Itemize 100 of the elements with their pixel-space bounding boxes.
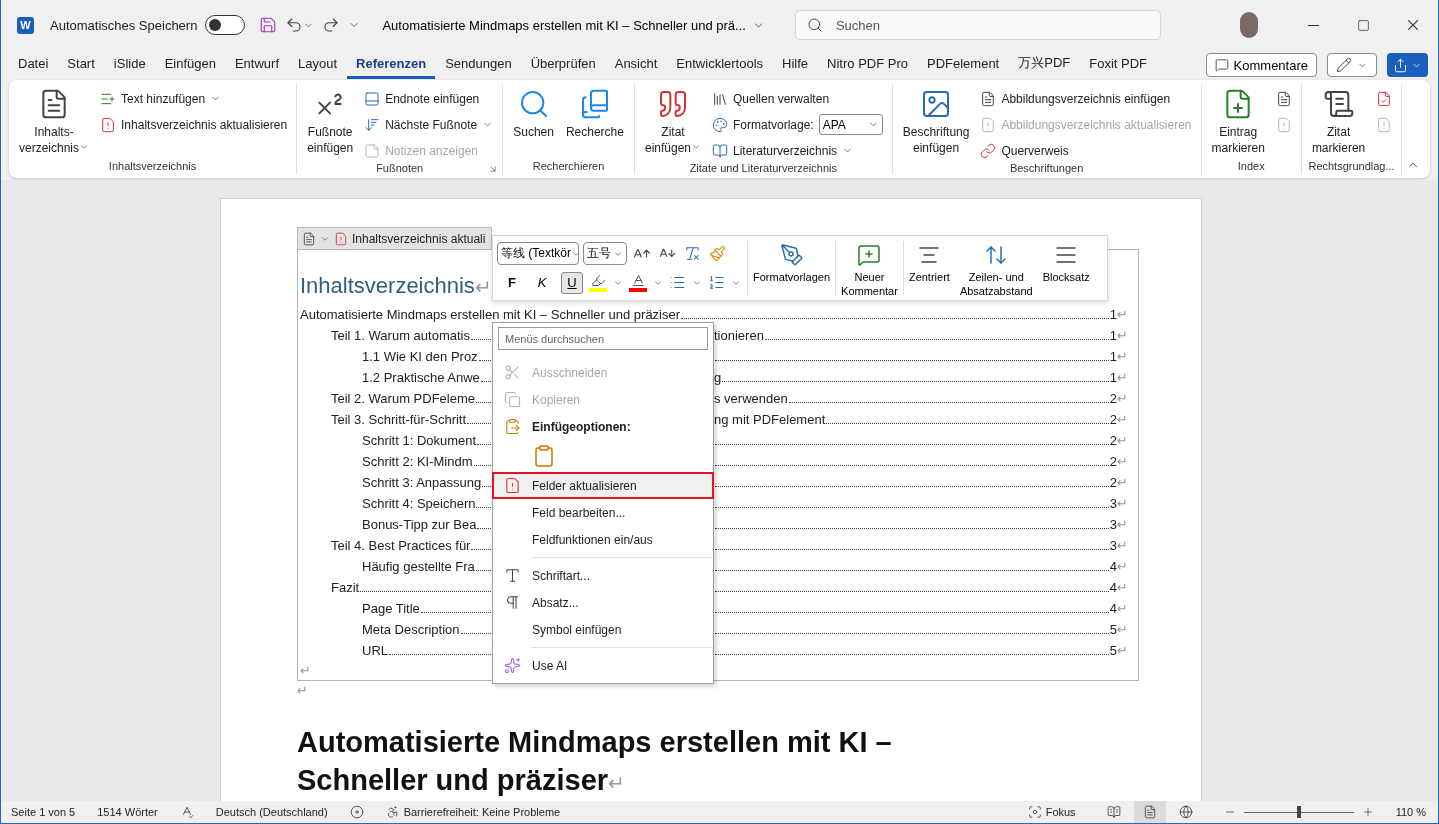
toolbar-button[interactable]: Blocksatz: [1037, 241, 1095, 295]
menu-item[interactable]: Feld bearbeiten...: [492, 499, 714, 526]
dialog-launcher-icon[interactable]: [488, 164, 499, 174]
ribbon-button[interactable]: Zitat einfügen: [640, 84, 705, 162]
toolbar-button[interactable]: Formatvorlagen: [748, 241, 837, 295]
ribbon-button[interactable]: Querverweis: [977, 139, 1195, 162]
ribbon-tab[interactable]: Sendungen: [436, 51, 521, 79]
ribbon-tab[interactable]: Ansicht: [605, 51, 667, 79]
focus-mode[interactable]: Fokus: [1045, 806, 1076, 818]
language[interactable]: Deutsch (Deutschland): [215, 806, 328, 818]
zoom-thumb[interactable]: [1296, 806, 1301, 818]
paintbrush-icon: [709, 245, 726, 262]
toc-entry-text: Schritt 1: Dokument: [362, 433, 477, 448]
line-spacing-icon: [984, 243, 1009, 267]
field-tab[interactable]: Inhaltsverzeichnis aktuali: [297, 227, 492, 249]
ribbon-button[interactable]: Inhalts- verzeichnis: [15, 84, 94, 158]
document-warning-icon: [504, 477, 521, 494]
paragraph-mark: ↵: [1117, 496, 1128, 511]
group-label: Fußnoten: [376, 162, 424, 174]
comment-icon: [1214, 58, 1229, 72]
toolbar-button[interactable]: Zeilen- und Absatzabstand: [954, 241, 1038, 295]
menu-search-field[interactable]: Menüs durchsuchen: [498, 327, 708, 350]
menu-item[interactable]: Symbol einfügen: [492, 616, 714, 643]
word-count[interactable]: 1514 Wörter: [97, 806, 158, 818]
view-button[interactable]: [1133, 801, 1166, 823]
panel-icon: [364, 90, 381, 107]
page-count[interactable]: Seite 1 von 5: [11, 806, 76, 818]
ribbon-button[interactable]: Suchen: [509, 84, 558, 158]
page-number: 3: [1109, 538, 1118, 553]
autosave-label: Automatisches Speichern: [50, 17, 198, 33]
page-number: 2: [1109, 391, 1118, 406]
format-button[interactable]: K: [531, 271, 553, 294]
ribbon-button[interactable]: Beschriftung einfügen: [898, 84, 974, 162]
ribbon-button[interactable]: Fußnote einfügen: [303, 84, 358, 162]
paragraph-icon: [504, 594, 521, 611]
ribbon-tab[interactable]: 万兴PDF: [1009, 50, 1080, 80]
caret-icon: [79, 142, 90, 152]
font-select[interactable]: 等线 (Textkör: [497, 242, 579, 265]
paragraph-mark: ↵: [1117, 517, 1128, 532]
ribbon-button[interactable]: Recherche: [561, 84, 628, 158]
toc-entry-text: 1.1 Wie KI den Proz: [362, 349, 478, 364]
paragraph-mark: ↵: [1117, 454, 1128, 469]
ribbon-tab[interactable]: Foxit PDF: [1080, 51, 1157, 79]
toc-entry-text: Automatisierte Mindmaps erstellen mit KI – Schneller und präziser: [300, 307, 681, 322]
page-number: 5: [1109, 622, 1118, 637]
ribbon-button[interactable]: Endnote einfügen: [361, 87, 497, 110]
toc-entry-text: Page Title: [362, 601, 420, 616]
menu-item[interactable]: Felder aktualisieren: [492, 472, 714, 499]
menu-item[interactable]: Use AI: [492, 652, 714, 679]
toolbar-button[interactable]: Zentriert: [903, 241, 955, 295]
autosave-toggle[interactable]: [205, 15, 246, 35]
ribbon-button[interactable]: Quellen verwalten: [709, 87, 886, 110]
toc-heading: Inhaltsverzeichnis: [300, 273, 475, 299]
avatar[interactable]: [1240, 12, 1258, 38]
menu-item[interactable]: Feldfunktionen ein/aus: [492, 526, 714, 553]
search-field[interactable]: Suchen: [794, 10, 1161, 40]
editing-button[interactable]: [1327, 53, 1377, 77]
ribbon-tab[interactable]: PDFelement: [918, 51, 1009, 79]
page-number: 5: [1109, 643, 1118, 658]
ribbon-tab[interactable]: iSlide: [104, 51, 155, 79]
ribbon-tab[interactable]: Start: [58, 51, 104, 79]
group-label: Recherchieren: [532, 160, 605, 172]
page-icon: [1142, 805, 1157, 819]
ribbon-tab[interactable]: Nitro PDF Pro: [818, 51, 917, 79]
paragraph-mark: ↵: [1117, 580, 1128, 595]
ribbon-tab[interactable]: Einfügen: [155, 51, 225, 79]
ribbon-tab[interactable]: Entwicklertools: [667, 51, 773, 79]
zoom-in-icon[interactable]: [1361, 806, 1374, 818]
menu-item[interactable]: Absatz...: [492, 589, 714, 616]
format-button[interactable]: F: [501, 271, 523, 294]
ribbon-tab[interactable]: Entwurf: [225, 51, 289, 79]
ribbon-tab[interactable]: Datei: [9, 51, 58, 79]
group-label: Beschriftungen: [1009, 162, 1084, 174]
ribbon-button[interactable]: Nächste Fußnote: [361, 113, 497, 136]
toolbar-button[interactable]: Neuer Kommentar: [836, 241, 904, 295]
ribbon-tab[interactable]: Hilfe: [773, 51, 818, 79]
font-size-select[interactable]: 五号: [583, 242, 627, 265]
paragraph-mark: ↵: [300, 662, 311, 678]
ribbon-button[interactable]: Eintrag markieren: [1207, 84, 1269, 158]
ribbon-button[interactable]: Literaturverzeichnis: [709, 139, 886, 162]
group-label: Zitate und Literaturverzeichnis: [689, 162, 837, 174]
menu-item[interactable]: Schriftart...: [492, 562, 714, 589]
format-button[interactable]: U: [561, 271, 583, 294]
ribbon-button[interactable]: Zitat markieren: [1307, 84, 1370, 158]
share-button[interactable]: [1387, 53, 1428, 77]
ribbon-tab[interactable]: Überprüfen: [521, 51, 605, 79]
zoom-level[interactable]: 110 %: [1395, 806, 1426, 818]
document-title[interactable]: Automatisierte Mindmaps erstellen mit KI – Schneller und prä...: [382, 17, 765, 33]
ribbon-button[interactable]: Inhaltsverzeichnis aktualisieren: [97, 113, 291, 136]
accessibility-status[interactable]: Barrierefreiheit: Keine Probleme: [403, 806, 561, 818]
paste-option-button[interactable]: [532, 444, 556, 468]
group-label: Index: [1237, 160, 1265, 172]
ribbon-tab[interactable]: Layout: [289, 51, 347, 79]
style-select[interactable]: APA: [818, 114, 883, 135]
comments-button[interactable]: Kommentare: [1205, 53, 1317, 77]
minimize-icon: [1307, 24, 1319, 26]
ribbon-button[interactable]: Text hinzufügen: [97, 87, 291, 110]
page-number: 2: [1109, 433, 1118, 448]
paragraph-mark: ↵: [608, 772, 625, 794]
ribbon-button[interactable]: Abbildungsverzeichnis einfügen: [977, 87, 1195, 110]
